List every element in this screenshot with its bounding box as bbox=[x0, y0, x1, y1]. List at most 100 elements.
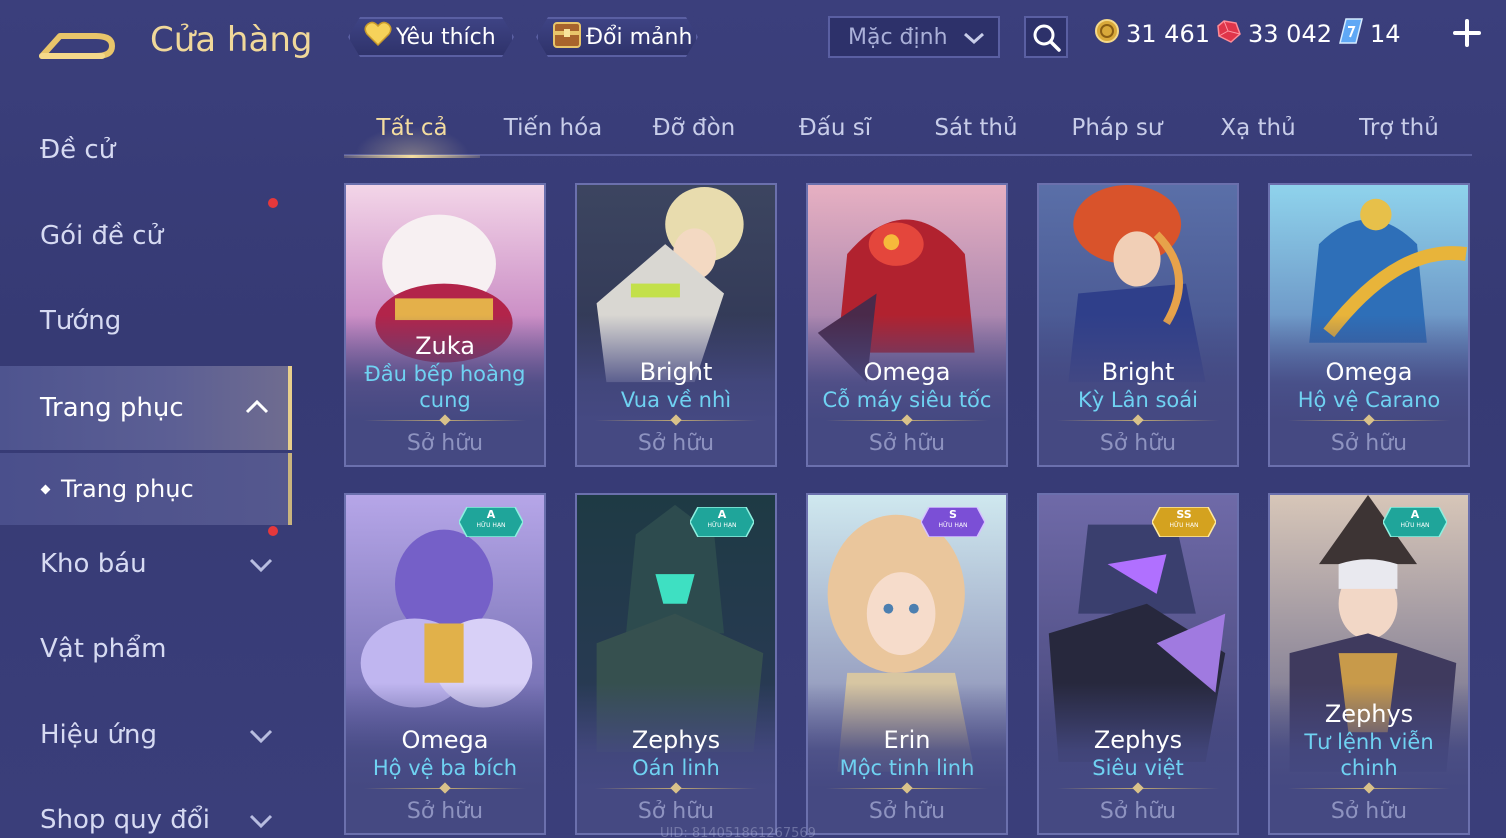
skin-card[interactable]: A HỮU HẠN Omega Hộ vệ ba bích Sở hữu bbox=[344, 493, 546, 835]
hero-name: Erin bbox=[883, 726, 931, 754]
badge-label: HỮU HẠN bbox=[707, 522, 737, 529]
tab-fighter[interactable]: Đấu sĩ bbox=[767, 100, 903, 156]
skin-card-info: Omega Cỗ máy siêu tốc Sở hữu bbox=[808, 357, 1006, 465]
skin-card-info: Erin Mộc tinh linh Sở hữu bbox=[808, 725, 1006, 833]
gold-coin-icon bbox=[1094, 18, 1120, 50]
tab-marksman[interactable]: Xạ thủ bbox=[1190, 100, 1326, 156]
hero-name: Omega bbox=[401, 726, 489, 754]
sidebar-item-exchange-shop[interactable]: Shop quy đổi bbox=[0, 780, 292, 838]
voucher-icon bbox=[1338, 17, 1364, 51]
tab-tank[interactable]: Đỡ đòn bbox=[626, 100, 762, 156]
skin-card[interactable]: Omega Cỗ máy siêu tốc Sở hữu bbox=[806, 183, 1008, 467]
bullet-diamond-icon bbox=[40, 484, 51, 494]
sort-dropdown[interactable]: Mặc định bbox=[828, 16, 1000, 58]
badge-label: HỮU HẠN bbox=[1400, 522, 1430, 529]
badge-label: HỮU HẠN bbox=[938, 522, 968, 529]
skin-card[interactable]: A HỮU HẠN Zephys Tư lệnh viễn chinh Sở h… bbox=[1268, 493, 1470, 835]
badge-label: HỮU HẠN bbox=[1169, 522, 1199, 529]
skin-card[interactable]: S HỮU HẠN Erin Mộc tinh linh Sở hữu bbox=[806, 493, 1008, 835]
sidebar-item-label: Shop quy đổi bbox=[40, 805, 210, 835]
skin-card[interactable]: Zuka Đầu bếp hoàng cung Sở hữu bbox=[344, 183, 546, 467]
owned-status: Sở hữu bbox=[1099, 431, 1177, 456]
badge-rank: A bbox=[1410, 508, 1420, 521]
sidebar-item-label: Tướng bbox=[40, 306, 122, 336]
owned-status: Sở hữu bbox=[406, 431, 484, 456]
rank-badge: SS HỮU HẠN bbox=[1152, 507, 1216, 537]
player-uid: UID: 814051861267569 bbox=[660, 826, 816, 838]
gold-amount: 31 461 bbox=[1126, 20, 1210, 48]
skin-name: Tư lệnh viễn chinh bbox=[1304, 730, 1434, 780]
chevron-up-icon bbox=[244, 394, 270, 424]
sidebar-item-label: Trang phục bbox=[40, 393, 184, 423]
hero-name: Omega bbox=[863, 358, 951, 386]
skin-name: Hộ vệ ba bích bbox=[372, 756, 518, 780]
tab-support[interactable]: Trợ thủ bbox=[1331, 100, 1467, 156]
sidebar-subitem-label: Trang phục bbox=[61, 475, 194, 503]
page-title: Cửa hàng bbox=[150, 20, 313, 60]
owned-status: Sở hữu bbox=[1330, 799, 1408, 824]
skin-card[interactable]: Omega Hộ vệ Carano Sở hữu bbox=[1268, 183, 1470, 467]
rank-badge: S HỮU HẠN bbox=[921, 507, 985, 537]
divider bbox=[364, 783, 526, 795]
divider bbox=[595, 415, 757, 427]
sidebar-subitem-skins[interactable]: Trang phục bbox=[0, 453, 292, 525]
notification-dot bbox=[268, 526, 278, 536]
divider bbox=[826, 415, 988, 427]
chevron-down-icon bbox=[962, 28, 986, 54]
skin-name: Kỳ Lân soái bbox=[1078, 388, 1198, 412]
sidebar-item-label: Đề cử bbox=[40, 135, 116, 165]
sidebar: Đề cử Gói đề cử Tướng Trang phục Trang p… bbox=[0, 100, 292, 838]
skin-card[interactable]: Bright Vua về nhì Sở hữu bbox=[575, 183, 777, 467]
badge-rank: SS bbox=[1176, 508, 1192, 521]
badge-rank: A bbox=[486, 508, 496, 521]
skin-card-info: Bright Vua về nhì Sở hữu bbox=[577, 357, 775, 465]
sidebar-item-skins[interactable]: Trang phục bbox=[0, 366, 292, 450]
badge-rank: A bbox=[717, 508, 727, 521]
skin-card[interactable]: Bright Kỳ Lân soái Sở hữu bbox=[1037, 183, 1239, 467]
add-currency-button[interactable] bbox=[1450, 16, 1484, 50]
skin-name: Cỗ máy siêu tốc bbox=[822, 388, 992, 412]
sidebar-item-items[interactable]: Vật phẩm bbox=[0, 609, 292, 689]
hero-name: Zuka bbox=[415, 332, 475, 360]
sidebar-item-effects[interactable]: Hiệu ứng bbox=[0, 695, 292, 775]
sidebar-item-heroes[interactable]: Tướng bbox=[0, 281, 292, 361]
divider bbox=[826, 783, 988, 795]
top-bar: Cửa hàng Yêu thích Đổi mảnh Mặc định 31 … bbox=[0, 0, 1506, 80]
hero-name: Zephys bbox=[1093, 726, 1183, 754]
search-icon bbox=[1033, 24, 1061, 52]
sidebar-item-recommended-bundles[interactable]: Gói đề cử bbox=[0, 196, 292, 276]
search-button[interactable] bbox=[1024, 16, 1068, 58]
skin-card[interactable]: A HỮU HẠN Zephys Oán linh Sở hữu bbox=[575, 493, 777, 835]
tab-assassin[interactable]: Sát thủ bbox=[908, 100, 1044, 156]
role-tabs: Tất cả Tiến hóa Đỡ đòn Đấu sĩ Sát thủ Ph… bbox=[344, 100, 1472, 158]
sidebar-item-treasure[interactable]: Kho báu bbox=[0, 524, 292, 604]
chevron-down-icon bbox=[248, 808, 274, 838]
sort-value: Mặc định bbox=[848, 24, 948, 50]
divider bbox=[1057, 415, 1219, 427]
sidebar-item-recommended[interactable]: Đề cử bbox=[0, 110, 292, 190]
favorites-button[interactable]: Yêu thích bbox=[348, 17, 514, 57]
sidebar-item-label: Vật phẩm bbox=[40, 634, 167, 664]
sidebar-item-label: Hiệu ứng bbox=[40, 720, 157, 750]
rank-badge: A HỮU HẠN bbox=[690, 507, 754, 537]
skin-name: Mộc tinh linh bbox=[839, 756, 975, 780]
skin-name: Hộ vệ Carano bbox=[1297, 388, 1441, 412]
skin-card-info: Bright Kỳ Lân soái Sở hữu bbox=[1039, 357, 1237, 465]
owned-status: Sở hữu bbox=[868, 431, 946, 456]
tab-evolution[interactable]: Tiến hóa bbox=[485, 100, 621, 156]
rank-badge: A HỮU HẠN bbox=[1383, 507, 1447, 537]
exchange-shards-label: Đổi mảnh bbox=[586, 24, 693, 50]
tab-mage[interactable]: Pháp sư bbox=[1049, 100, 1185, 156]
gold-balance: 31 461 bbox=[1094, 18, 1210, 50]
hero-name: Bright bbox=[1101, 358, 1175, 386]
back-button[interactable] bbox=[38, 22, 118, 62]
sidebar-item-label: Kho báu bbox=[40, 549, 147, 579]
exchange-shards-button[interactable]: Đổi mảnh bbox=[536, 17, 698, 57]
skin-card[interactable]: SS HỮU HẠN Zephys Siêu việt Sở hữu bbox=[1037, 493, 1239, 835]
divider bbox=[364, 415, 526, 427]
skin-card-info: Zephys Siêu việt Sở hữu bbox=[1039, 725, 1237, 833]
chest-icon bbox=[552, 19, 582, 55]
tab-all[interactable]: Tất cả bbox=[344, 100, 480, 158]
sidebar-item-label: Gói đề cử bbox=[40, 221, 164, 251]
skin-card-info: Omega Hộ vệ ba bích Sở hữu bbox=[346, 725, 544, 833]
